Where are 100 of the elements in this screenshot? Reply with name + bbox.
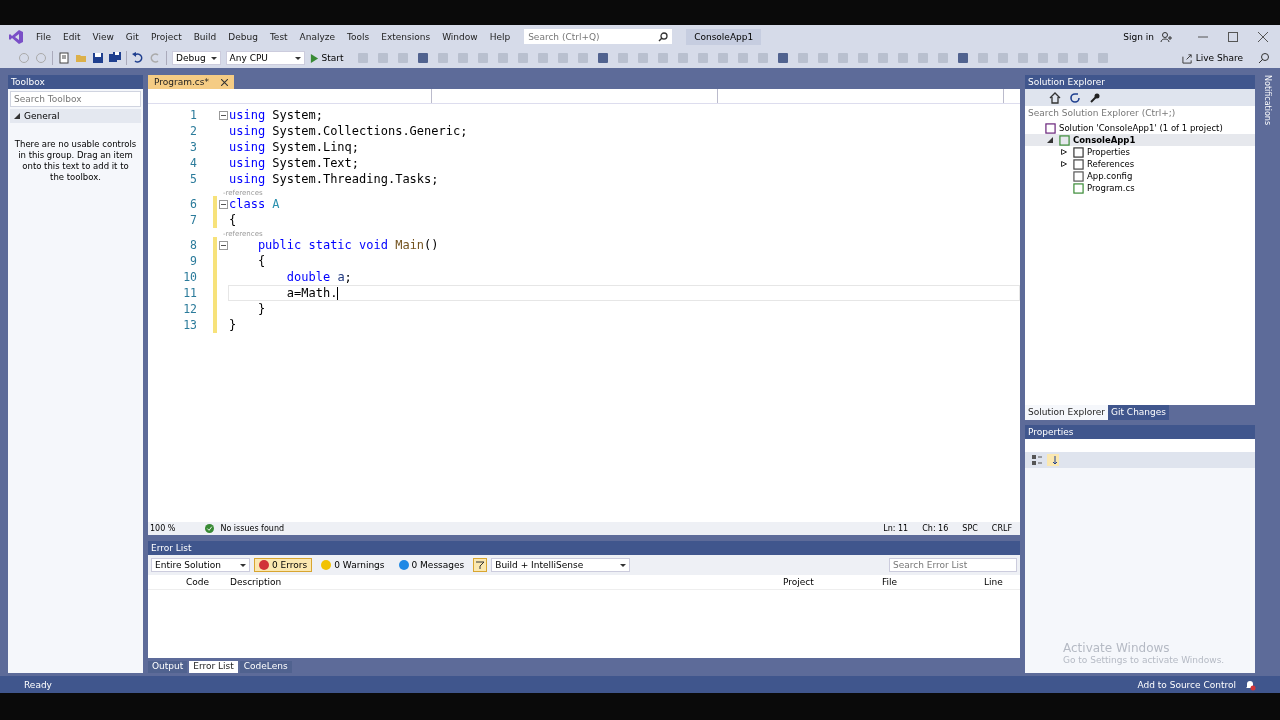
menu-item[interactable]: Window xyxy=(436,31,484,42)
line-number: 9 xyxy=(189,254,197,268)
tree-item[interactable]: Properties xyxy=(1087,147,1130,157)
panel-tab[interactable]: Output xyxy=(148,661,188,673)
collapsed-icon[interactable] xyxy=(1061,161,1067,167)
menu-item[interactable]: Build xyxy=(187,31,223,42)
scope-dropdown[interactable]: Entire Solution xyxy=(151,558,250,572)
code-line: double a; xyxy=(285,269,353,285)
notifications-tab[interactable]: Notifications xyxy=(1263,75,1272,126)
play-icon xyxy=(309,53,319,63)
menu-item[interactable]: Edit xyxy=(57,31,87,42)
undo-icon[interactable] xyxy=(132,52,144,64)
filter-button[interactable]: 0 Warnings xyxy=(316,558,390,572)
menu-item[interactable]: Help xyxy=(483,31,517,42)
feedback-icon[interactable] xyxy=(1258,52,1270,64)
menu-item[interactable]: Git xyxy=(119,31,145,42)
menu-item[interactable]: Test xyxy=(263,31,294,42)
menu-item[interactable]: Analyze xyxy=(293,31,342,42)
column-indicator: Ch: 16 xyxy=(922,524,949,533)
sort-icon[interactable] xyxy=(1047,454,1059,466)
filter-icon[interactable] xyxy=(473,558,488,572)
collapse-icon[interactable] xyxy=(219,199,228,209)
new-project-icon[interactable] xyxy=(58,52,70,64)
line-number: 10 xyxy=(182,270,197,284)
home-icon[interactable] xyxy=(1049,91,1061,104)
check-icon xyxy=(205,524,215,533)
platform-dropdown[interactable]: Any CPU xyxy=(225,51,305,65)
configuration-dropdown[interactable]: Debug xyxy=(172,51,221,65)
collapsed-icon[interactable] xyxy=(1061,149,1067,155)
whitespace-indicator[interactable]: SPC xyxy=(962,524,978,533)
column-header[interactable]: Description xyxy=(230,577,282,587)
sign-in-link[interactable]: Sign in xyxy=(1123,31,1154,42)
close-icon[interactable] xyxy=(221,78,228,86)
wrench-icon[interactable] xyxy=(1089,91,1101,104)
menu-item[interactable]: View xyxy=(86,31,120,42)
expanded-icon[interactable] xyxy=(1047,137,1053,143)
live-share-button[interactable]: Live Share xyxy=(1181,52,1243,64)
code-line: } xyxy=(228,317,238,333)
person-icon[interactable] xyxy=(1160,30,1172,43)
menu-item[interactable]: File xyxy=(30,31,58,42)
bell-icon[interactable] xyxy=(1244,678,1256,691)
tree-item[interactable]: Solution 'ConsoleApp1' (1 of 1 project) xyxy=(1059,123,1223,133)
panel-header: Toolbox xyxy=(8,75,143,89)
tree-item[interactable]: App.config xyxy=(1087,171,1133,181)
file-icon xyxy=(1045,122,1056,134)
column-header[interactable]: File xyxy=(882,577,898,587)
refresh-icon[interactable] xyxy=(1069,91,1081,104)
code-line: class A xyxy=(228,196,281,212)
tree-item[interactable]: References xyxy=(1087,159,1135,169)
line-ending-indicator[interactable]: CRLF xyxy=(991,524,1012,533)
column-header[interactable]: Project xyxy=(783,577,814,587)
column-header[interactable]: Code xyxy=(186,577,210,587)
status-icon xyxy=(321,560,332,570)
line-number: 6 xyxy=(189,197,197,211)
categorized-icon[interactable] xyxy=(1031,454,1043,466)
source-dropdown[interactable]: Build + IntelliSense xyxy=(491,558,631,572)
zoom-dropdown[interactable]: 100 % xyxy=(150,524,176,533)
line-number: 1 xyxy=(189,108,197,122)
code-line: using System; xyxy=(228,107,324,123)
search-field[interactable]: Search (Ctrl+Q) xyxy=(524,29,673,44)
save-all-icon[interactable] xyxy=(109,52,121,64)
panel-tab[interactable]: CodeLens xyxy=(239,661,292,673)
line-number: 2 xyxy=(189,124,197,138)
source-control-button[interactable]: Add to Source Control xyxy=(1137,679,1236,690)
column-header[interactable]: Line xyxy=(984,577,1003,587)
issues-status[interactable]: No issues found xyxy=(220,524,285,533)
code-line: } xyxy=(256,301,267,317)
toolbox-group[interactable]: General xyxy=(24,111,60,121)
file-icon xyxy=(1073,146,1084,158)
panel-tab[interactable]: Solution Explorer xyxy=(1025,405,1108,420)
expanded-icon[interactable] xyxy=(14,113,20,119)
document-tab[interactable]: Program.cs* xyxy=(148,75,234,89)
filter-button[interactable]: 0 Messages xyxy=(393,558,470,572)
line-number: 3 xyxy=(189,140,197,154)
status-text: Ready xyxy=(24,679,52,690)
tree-item[interactable]: Program.cs xyxy=(1087,183,1135,193)
file-icon xyxy=(1073,170,1084,182)
search-field[interactable]: Search Solution Explorer (Ctrl+;) xyxy=(1025,106,1255,120)
start-button[interactable]: Start xyxy=(309,53,344,63)
code-line: { xyxy=(228,212,238,228)
panel-tab[interactable]: Git Changes xyxy=(1108,405,1169,420)
panel-tab[interactable]: Error List xyxy=(189,661,238,673)
share-icon xyxy=(1181,52,1193,64)
close-icon[interactable] xyxy=(1258,31,1268,42)
line-number: 4 xyxy=(189,156,197,170)
menu-item[interactable]: Project xyxy=(144,31,188,42)
code-line: using System.Collections.Generic; xyxy=(228,123,469,139)
panel-header: Error List xyxy=(148,541,1020,555)
maximize-icon[interactable] xyxy=(1228,31,1238,42)
code-line: using System.Linq; xyxy=(228,139,361,155)
search-field[interactable]: Search Error List xyxy=(889,558,1017,572)
collapse-icon[interactable] xyxy=(219,110,228,120)
filter-button[interactable]: 0 Errors xyxy=(254,558,313,572)
menu-item[interactable]: Tools xyxy=(341,31,376,42)
code-line: public static void Main() xyxy=(256,237,440,253)
menu-item[interactable]: Extensions xyxy=(375,31,437,42)
save-icon[interactable] xyxy=(92,52,104,64)
search-field[interactable]: Search Toolbox xyxy=(10,91,141,107)
collapse-icon[interactable] xyxy=(219,240,228,250)
menu-item[interactable]: Debug xyxy=(222,31,264,42)
